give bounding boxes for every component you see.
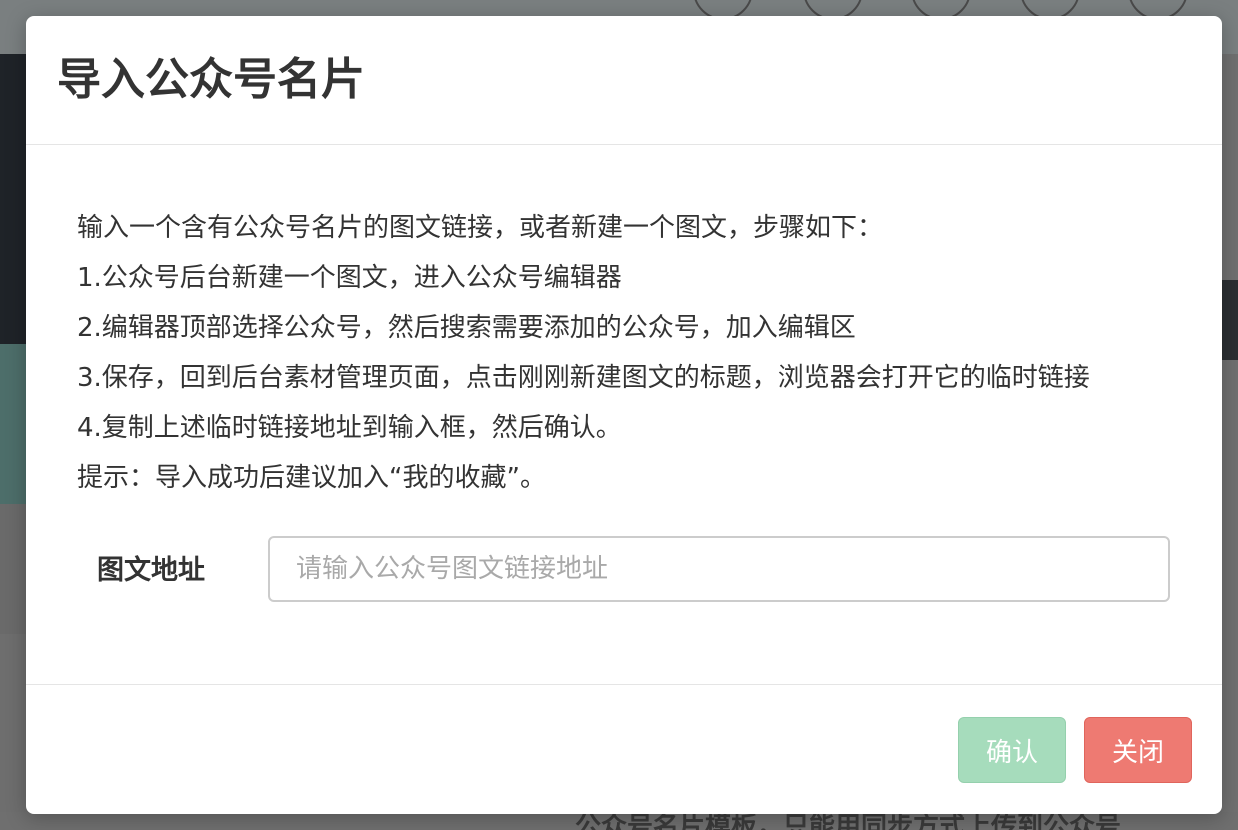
- background-right-panel: [1222, 54, 1238, 830]
- dialog-header: 导入公众号名片: [26, 16, 1222, 145]
- instruction-intro: 输入一个含有公众号名片的图文链接，或者新建一个图文，步骤如下：: [77, 213, 884, 243]
- instruction-tip: 提示：导入成功后建议加入“我的收藏”。: [77, 463, 546, 493]
- article-url-input[interactable]: [268, 536, 1170, 602]
- background-right-block: [1222, 280, 1238, 360]
- instruction-step-3: 3.保存，回到后台素材管理页面，点击刚刚新建图文的标题，浏览器会打开它的临时链接: [77, 363, 1090, 393]
- instruction-step-1: 1.公众号后台新建一个图文，进入公众号编辑器: [77, 263, 622, 293]
- instruction-step-4: 4.复制上述临时链接地址到输入框，然后确认。: [77, 413, 622, 443]
- import-card-dialog: 导入公众号名片 输入一个含有公众号名片的图文链接，或者新建一个图文，步骤如下： …: [26, 16, 1222, 814]
- dialog-title: 导入公众号名片: [57, 54, 365, 105]
- instruction-step-2: 2.编辑器顶部选择公众号，然后搜索需要添加的公众号，加入编辑区: [77, 313, 856, 343]
- dialog-footer: 确认 关闭: [26, 684, 1222, 814]
- url-field-label: 图文地址: [97, 555, 205, 586]
- dialog-body: 输入一个含有公众号名片的图文链接，或者新建一个图文，步骤如下： 1.公众号后台新…: [26, 145, 1222, 684]
- confirm-button[interactable]: 确认: [958, 717, 1066, 783]
- instructions-text: 输入一个含有公众号名片的图文链接，或者新建一个图文，步骤如下： 1.公众号后台新…: [77, 203, 1197, 503]
- close-button[interactable]: 关闭: [1084, 717, 1192, 783]
